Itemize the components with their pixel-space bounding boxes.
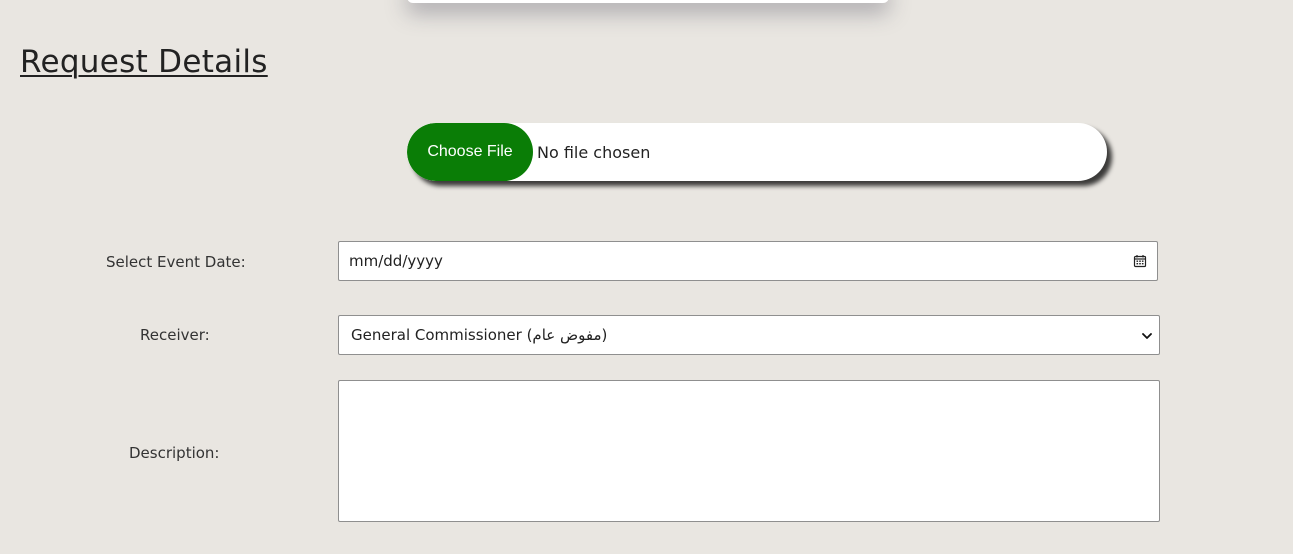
receiver-select[interactable]: General Commissioner (مفوض عام)	[338, 315, 1160, 355]
file-status-text: No file chosen	[537, 142, 651, 162]
chevron-down-icon	[1141, 329, 1153, 341]
receiver-selected-value: General Commissioner (مفوض عام)	[351, 326, 608, 344]
description-textarea[interactable]	[338, 380, 1160, 522]
file-upload-field[interactable]: Choose File No file chosen	[407, 123, 1107, 181]
top-card	[407, 0, 889, 3]
event-date-input[interactable]: mm/dd/yyyy	[338, 241, 1158, 281]
description-label: Description:	[129, 444, 220, 462]
receiver-label: Receiver:	[140, 326, 210, 344]
event-date-label: Select Event Date:	[106, 253, 246, 271]
choose-file-button[interactable]: Choose File	[407, 123, 533, 181]
event-date-placeholder: mm/dd/yyyy	[349, 252, 443, 270]
calendar-icon[interactable]	[1133, 254, 1147, 268]
page-title: Request Details	[20, 44, 268, 80]
